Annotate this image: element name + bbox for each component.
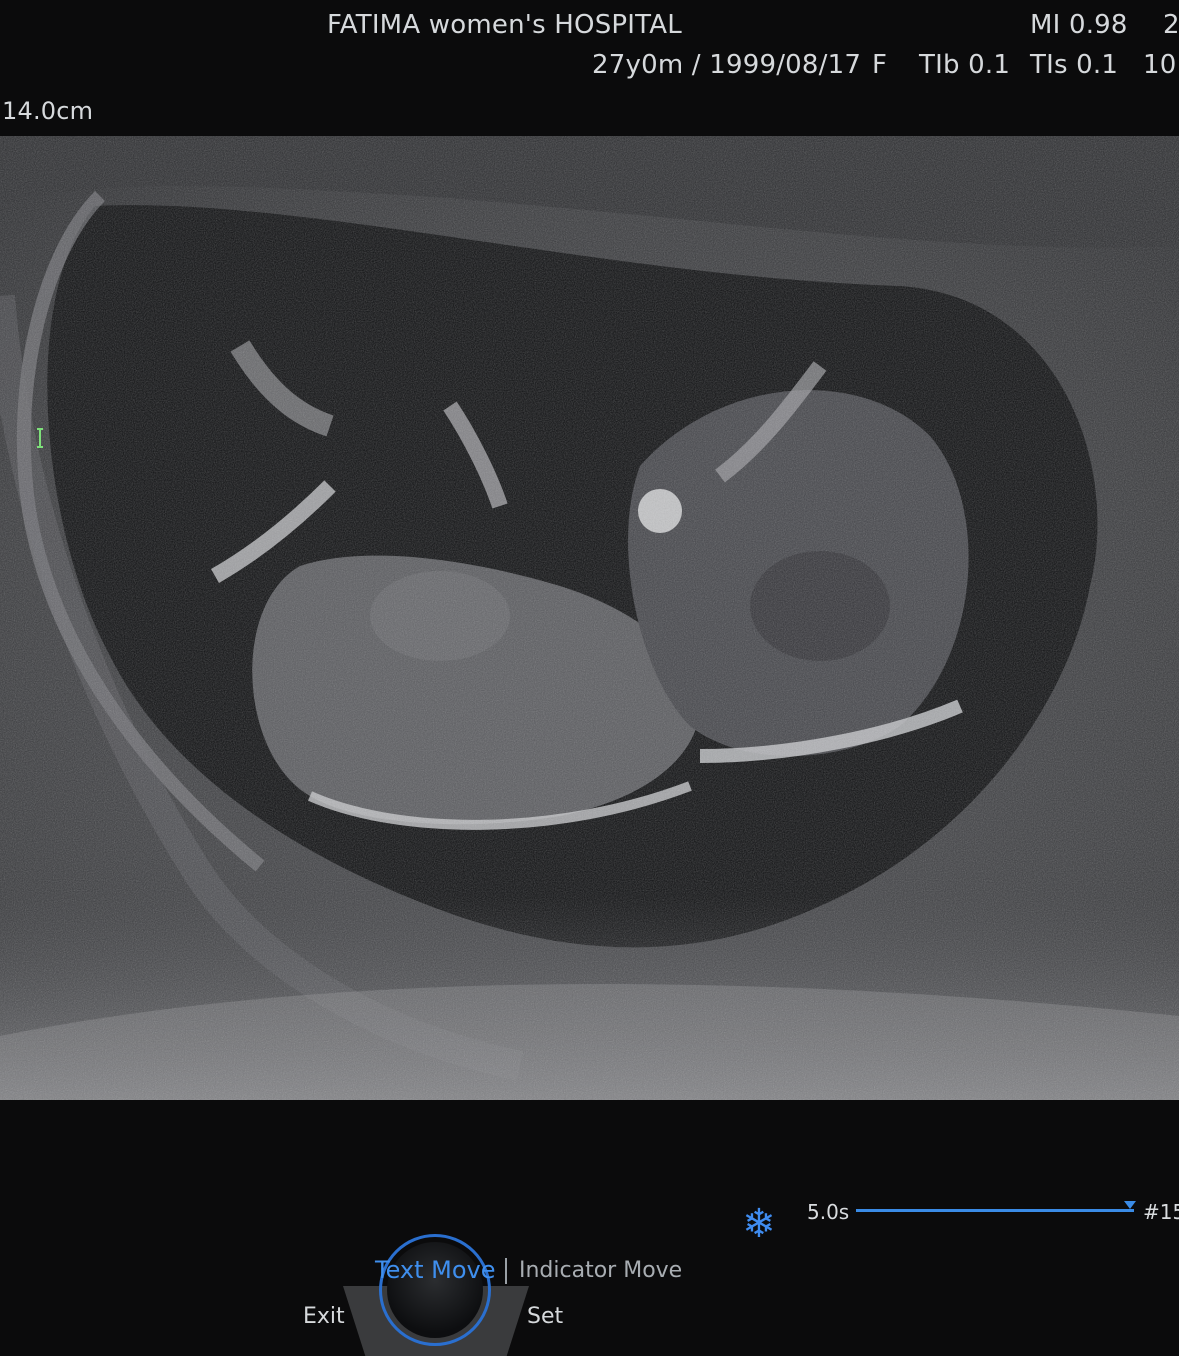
focus-marker: [37, 428, 43, 448]
thermal-index-bone: TIb 0.1: [919, 50, 1011, 80]
set-button[interactable]: Set: [527, 1304, 563, 1329]
text-move-option[interactable]: Text Move: [375, 1256, 496, 1284]
snowflake-icon: ❄: [742, 1201, 776, 1247]
thermal-index-soft-tissue: TIs 0.1: [1030, 50, 1119, 80]
patient-info: 27y0m / 1999/08/17: [592, 50, 862, 80]
indicator-move-option[interactable]: Indicator Move: [519, 1258, 682, 1283]
patient-sex: F: [872, 50, 888, 80]
thermal-index-extra: 10: [1143, 50, 1177, 80]
depth-readout: 14.0cm: [2, 97, 94, 125]
exit-button[interactable]: Exit: [303, 1304, 345, 1329]
trackball-control[interactable]: [343, 1228, 529, 1356]
option-divider: [505, 1258, 507, 1284]
cine-progress-bar[interactable]: [856, 1209, 1134, 1212]
hospital-name: FATIMA women's HOSPITAL: [327, 10, 682, 40]
ultrasound-scan-graphic: [0, 136, 1179, 1100]
cine-frame-number: #15: [1143, 1200, 1179, 1224]
cine-position-marker[interactable]: [1124, 1201, 1136, 1209]
mechanical-index-extra: 2: [1163, 10, 1179, 40]
mechanical-index: MI 0.98: [1030, 10, 1128, 40]
ultrasound-image: [0, 136, 1179, 1100]
cine-duration: 5.0s: [807, 1200, 850, 1224]
